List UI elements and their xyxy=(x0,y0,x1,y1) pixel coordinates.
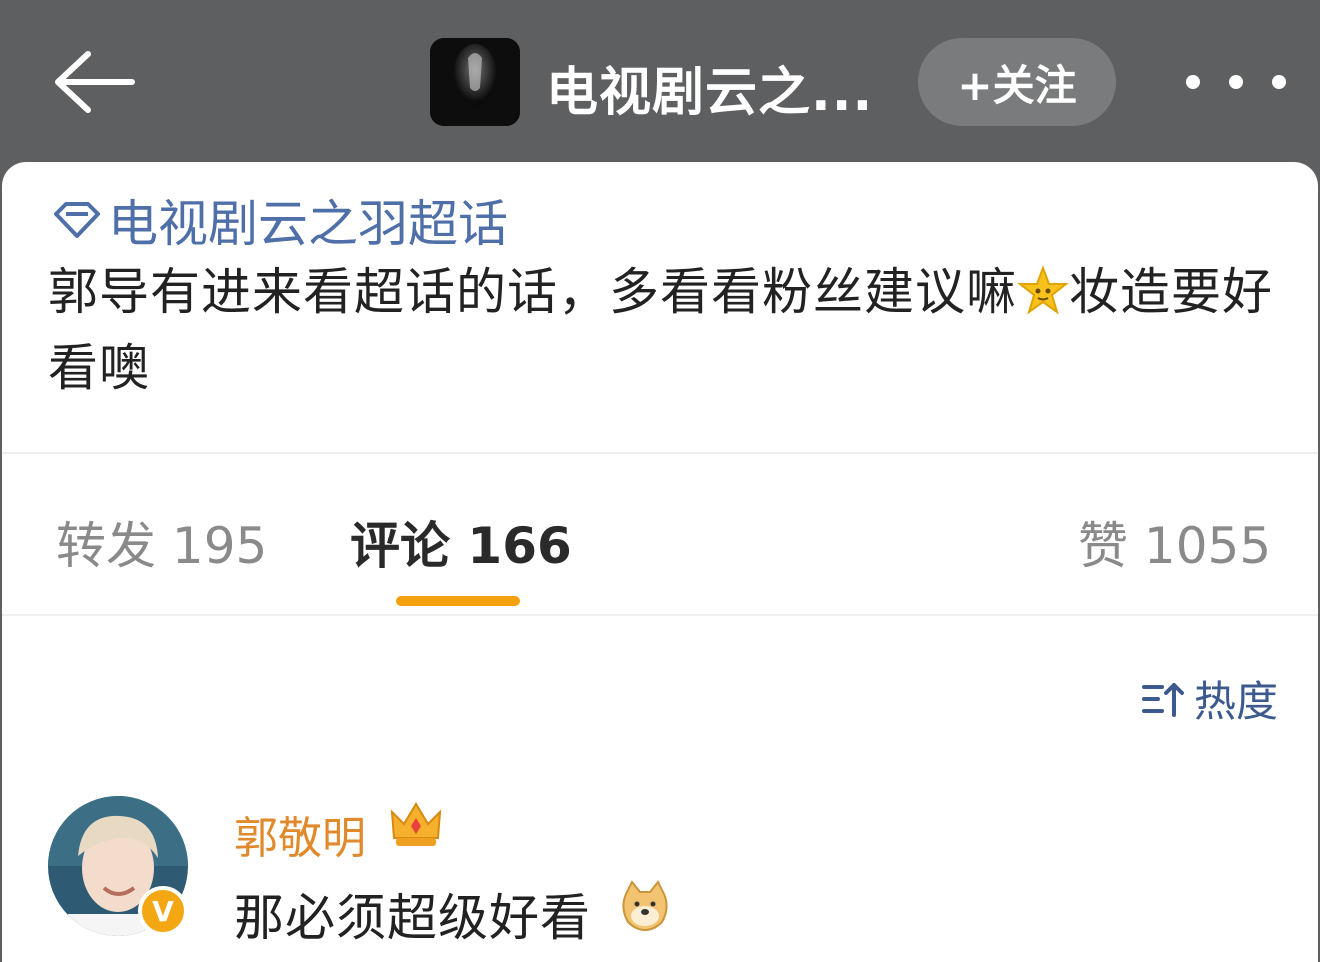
follow-button[interactable]: +关注 xyxy=(918,38,1116,126)
post-body: 郭导有进来看超话的话，多看看粉丝建议嘛 妆造要好看噢 xyxy=(48,254,1278,406)
account-title[interactable]: 电视剧云之... xyxy=(546,50,886,125)
back-button[interactable] xyxy=(48,44,138,120)
account-avatar[interactable] xyxy=(430,38,520,126)
sort-label: 热度 xyxy=(1194,677,1279,726)
super-topic-label: 电视剧云之羽超话 xyxy=(108,195,508,253)
tab-repost[interactable]: 转发 195 xyxy=(56,506,267,578)
super-topic-link[interactable]: 电视剧云之羽超话 xyxy=(52,184,508,256)
more-icon-dot xyxy=(1229,75,1243,89)
diamond-icon xyxy=(54,202,100,238)
more-icon xyxy=(1186,75,1200,89)
tab-comment[interactable]: 评论 166 xyxy=(350,506,572,578)
verified-badge: V xyxy=(138,886,188,936)
interaction-tabs: 转发 195 评论 166 赞 1055 xyxy=(2,454,1318,616)
crown-icon xyxy=(390,802,442,846)
star-emoji-icon xyxy=(1017,265,1069,315)
more-icon-dot xyxy=(1272,75,1286,89)
tab-like[interactable]: 赞 1055 xyxy=(1078,506,1271,578)
sort-by-hot-button[interactable]: 热度 xyxy=(1140,668,1278,729)
post-card: 电视剧云之羽超话 郭导有进来看超话的话，多看看粉丝建议嘛 妆造要好看噢 xyxy=(2,162,1318,452)
back-arrow-icon xyxy=(55,51,135,113)
comment-text: 那必须超级好看 xyxy=(234,889,591,947)
sort-icon xyxy=(1142,682,1184,717)
commenter-name[interactable]: 郭敬明 xyxy=(234,802,366,866)
doge-emoji-icon xyxy=(622,880,668,932)
active-tab-indicator xyxy=(396,596,520,606)
post-text-part-1: 郭导有进来看超话的话，多看看粉丝建议嘛 xyxy=(48,263,1017,321)
top-bar: 电视剧云之... +关注 xyxy=(0,0,1320,162)
more-button[interactable] xyxy=(1186,60,1286,104)
comment-section: 转发 195 评论 166 赞 1055 热度 V 郭敬明 那必须超级好看 xyxy=(2,452,1318,962)
